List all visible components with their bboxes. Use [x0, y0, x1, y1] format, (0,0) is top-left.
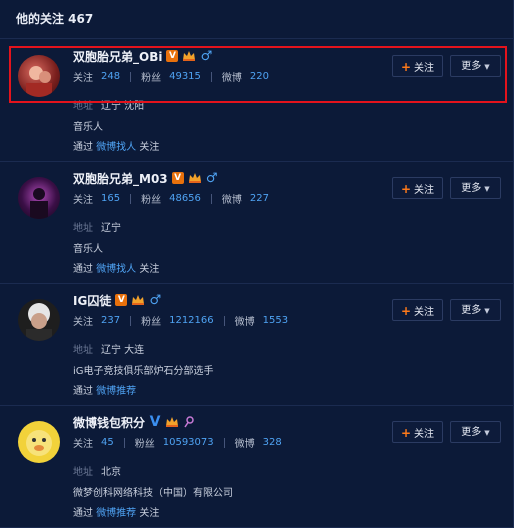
follow-count-label: 关注: [73, 195, 93, 206]
fans-count-label: 粉丝: [141, 195, 162, 206]
male-icon: ♂: [149, 292, 162, 308]
avatar[interactable]: [18, 299, 60, 341]
via-suffix: 关注: [139, 508, 160, 519]
address-value: 北京: [101, 467, 121, 478]
more-button-label: 更多: [461, 183, 482, 194]
address-label: 地址: [73, 345, 93, 356]
following-panel: 他的关注 467 双胞胎兄弟_OBi V ♂ 关注 248 粉丝 49315 微…: [0, 0, 514, 528]
via-link[interactable]: 微博找人: [96, 142, 136, 153]
avatar[interactable]: [18, 177, 60, 219]
v-orange-icon: V: [171, 172, 184, 184]
chevron-down-icon: ▼: [484, 185, 490, 193]
selection-highlight: [9, 46, 507, 103]
via-link[interactable]: 微博推荐: [96, 386, 136, 397]
divider: [130, 193, 132, 204]
address-value: 辽宁 大连: [101, 345, 145, 356]
divider: [223, 437, 225, 448]
fans-count-label: 粉丝: [141, 317, 162, 328]
follow-count[interactable]: 45: [101, 437, 114, 448]
description: 微梦创科网络科技（中国）有限公司: [73, 488, 233, 499]
chevron-down-icon: ▼: [484, 307, 490, 315]
fans-count-label: 粉丝: [134, 439, 155, 450]
crown-icon: [188, 172, 202, 184]
via-suffix: 关注: [139, 142, 160, 153]
description: 音乐人: [73, 244, 103, 255]
via-link[interactable]: 微博找人: [96, 264, 136, 275]
via-prefix: 通过: [73, 264, 93, 275]
more-button[interactable]: 更多 ▼: [450, 299, 501, 321]
address-row: 地址 北京: [73, 463, 121, 478]
stats-row: 关注 165 粉丝 48656 微博 227: [73, 191, 269, 206]
divider: [210, 193, 212, 204]
list-item: 微博钱包积分 V 关注 45 粉丝 10593073 微博 328 地址 北京 微…: [0, 405, 514, 528]
follow-button-label: 关注: [414, 429, 435, 440]
description: 音乐人: [73, 122, 103, 133]
via-prefix: 通过: [73, 508, 93, 519]
via-row: 通过 微博找人 关注: [73, 138, 159, 153]
follow-button[interactable]: + 关注: [392, 177, 443, 199]
crown-icon: [165, 416, 179, 428]
chevron-down-icon: ▼: [484, 429, 490, 437]
more-button[interactable]: 更多 ▼: [450, 177, 501, 199]
avatar[interactable]: [18, 421, 60, 463]
male-icon: ♂: [205, 170, 218, 186]
fans-count[interactable]: 48656: [169, 193, 201, 204]
weibo-count-label: 微博: [221, 195, 242, 206]
address-value: 辽宁: [101, 223, 121, 234]
user-name[interactable]: 双胞胎兄弟_M03: [73, 170, 168, 187]
page-title: 他的关注 467: [0, 0, 513, 39]
weibo-count-label: 微博: [234, 439, 255, 450]
weibo-count[interactable]: 1553: [263, 315, 288, 326]
via-link[interactable]: 微博推荐: [96, 508, 136, 519]
more-button-label: 更多: [461, 305, 482, 316]
divider: [130, 315, 132, 326]
v-blue-icon: V: [149, 414, 161, 430]
crown-icon: [131, 294, 145, 306]
female-icon: [183, 416, 195, 428]
follow-count-label: 关注: [73, 439, 93, 450]
user-name[interactable]: IG囚徒: [73, 292, 111, 309]
via-prefix: 通过: [73, 386, 93, 397]
via-row: 通过 微博找人 关注: [73, 260, 159, 275]
divider: [123, 437, 125, 448]
user-name[interactable]: 微博钱包积分: [73, 414, 145, 431]
stats-row: 关注 45 粉丝 10593073 微博 328: [73, 435, 282, 450]
plus-icon: +: [400, 304, 412, 318]
via-row: 通过 微博推荐: [73, 382, 136, 397]
weibo-count-label: 微博: [234, 317, 255, 328]
via-row: 通过 微博推荐 关注: [73, 504, 159, 519]
description: iG电子竞技俱乐部炉石分部选手: [73, 366, 214, 377]
plus-icon: +: [400, 182, 412, 196]
address-label: 地址: [73, 223, 93, 234]
follow-button[interactable]: + 关注: [392, 421, 443, 443]
fans-count[interactable]: 1212166: [169, 315, 214, 326]
list-item: 双胞胎兄弟_M03 V ♂ 关注 165 粉丝 48656 微博 227 地址辽…: [0, 161, 514, 284]
plus-icon: +: [400, 426, 412, 440]
address-row: 地址 辽宁: [73, 219, 121, 234]
weibo-count[interactable]: 227: [250, 193, 269, 204]
divider: [223, 315, 225, 326]
via-prefix: 通过: [73, 142, 93, 153]
stats-row: 关注 237 粉丝 1212166 微博 1553: [73, 313, 288, 328]
follow-button-label: 关注: [414, 185, 435, 196]
follow-button[interactable]: + 关注: [392, 299, 443, 321]
follow-count[interactable]: 165: [101, 193, 120, 204]
list-item: IG囚徒 V ♂ 关注 237 粉丝 1212166 微博 1553 地址 辽宁 …: [0, 283, 514, 406]
v-orange-icon: V: [115, 294, 128, 306]
follow-count-label: 关注: [73, 317, 93, 328]
fans-count[interactable]: 10593073: [163, 437, 214, 448]
address-label: 地址: [73, 467, 93, 478]
follow-count[interactable]: 237: [101, 315, 120, 326]
more-button[interactable]: 更多 ▼: [450, 421, 501, 443]
via-suffix: 关注: [139, 264, 160, 275]
follow-button-label: 关注: [414, 307, 435, 318]
address-row: 地址 辽宁 大连: [73, 341, 144, 356]
more-button-label: 更多: [461, 427, 482, 438]
weibo-count[interactable]: 328: [263, 437, 282, 448]
